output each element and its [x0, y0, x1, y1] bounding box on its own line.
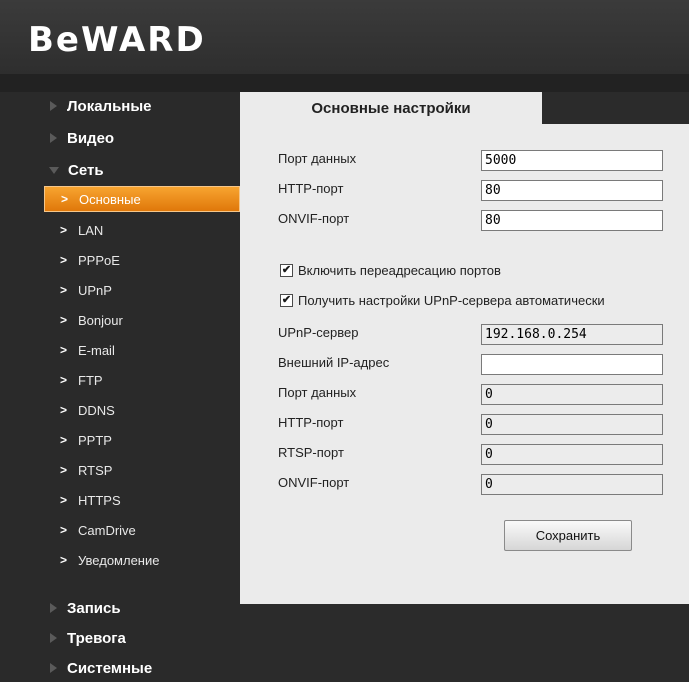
sidebar-subitem-label: E-mail: [78, 342, 115, 358]
chevron-right-icon: [44, 463, 66, 477]
tab-basic-settings[interactable]: Основные настройки: [240, 92, 542, 124]
ext-rtsp-port-label: RTSP-порт: [278, 445, 344, 460]
header-shadow-bar: [0, 74, 689, 92]
sidebar-subitem-lan[interactable]: LAN: [44, 217, 240, 243]
chevron-right-icon: [44, 223, 66, 237]
sidebar-subitem-label: LAN: [78, 222, 104, 238]
sidebar-item-system[interactable]: Системные: [0, 654, 240, 682]
ext-onvif-port-label: ONVIF-порт: [278, 475, 350, 490]
sidebar-subitem-ddns[interactable]: DDNS: [44, 397, 240, 423]
beward-logo: BeWARD: [28, 20, 206, 60]
ext-data-port-input[interactable]: [481, 384, 663, 405]
ext-http-port-label: HTTP-порт: [278, 415, 344, 430]
upnp-server-input[interactable]: [481, 324, 663, 345]
onvif-port-input[interactable]: [481, 210, 663, 231]
external-ip-input[interactable]: [481, 354, 663, 375]
sidebar-subitem-rtsp[interactable]: RTSP: [44, 457, 240, 483]
chevron-right-icon: [44, 553, 66, 567]
sidebar-subitem-label: FTP: [78, 372, 103, 388]
port-forwarding-option[interactable]: ✔ Включить переадресацию портов: [280, 263, 501, 278]
chevron-right-icon: [44, 373, 66, 387]
chevron-right-icon: [44, 493, 66, 507]
sidebar-item-local[interactable]: Локальные: [0, 92, 240, 120]
chevron-right-icon: [44, 313, 66, 327]
expand-arrow-icon: [50, 603, 57, 613]
sidebar-item-video[interactable]: Видео: [0, 124, 240, 152]
ext-onvif-port-input[interactable]: [481, 474, 663, 495]
app-header: BeWARD: [0, 0, 689, 74]
sidebar-subitem-label: PPTP: [78, 432, 112, 448]
sidebar-subitem-basic[interactable]: Основные: [44, 186, 240, 212]
sidebar-item-label: Локальные: [67, 97, 152, 115]
sidebar-subitem-camdrive[interactable]: CamDrive: [44, 517, 240, 543]
chevron-right-icon: [44, 403, 66, 417]
upnp-auto-option[interactable]: ✔ Получить настройки UPnP-сервера автома…: [280, 293, 605, 308]
ext-data-port-label: Порт данных: [278, 385, 357, 400]
sidebar-subitem-label: CamDrive: [78, 522, 136, 538]
chevron-right-icon: [44, 283, 66, 297]
port-forwarding-checkbox[interactable]: ✔: [280, 264, 293, 277]
onvif-port-label: ONVIF-порт: [278, 211, 350, 226]
chevron-right-icon: [44, 253, 66, 267]
sidebar-item-alarm[interactable]: Тревога: [0, 624, 240, 652]
collapse-arrow-icon: [49, 166, 59, 174]
expand-arrow-icon: [50, 133, 57, 143]
upnp-auto-label: Получить настройки UPnP-сервера автомати…: [298, 293, 605, 308]
sidebar-subitem-notifications[interactable]: Уведомление: [44, 547, 240, 573]
chevron-right-icon: [44, 433, 66, 447]
sidebar-subitem-label: Bonjour: [78, 312, 123, 328]
sidebar-subitem-upnp[interactable]: UPnP: [44, 277, 240, 303]
sidebar-subitem-label: Уведомление: [78, 552, 160, 568]
save-button[interactable]: Сохранить: [504, 520, 632, 551]
data-port-label: Порт данных: [278, 151, 357, 166]
chevron-right-icon: [44, 523, 66, 537]
ext-http-port-input[interactable]: [481, 414, 663, 435]
sidebar-nav: Локальные Видео Сеть Основные LAN PPPoE …: [0, 92, 240, 682]
sidebar-subitem-pptp[interactable]: PPTP: [44, 427, 240, 453]
expand-arrow-icon: [50, 633, 57, 643]
sidebar-subitem-label: DDNS: [78, 402, 115, 418]
upnp-server-label: UPnP-сервер: [278, 325, 359, 340]
sidebar-item-label: Видео: [67, 129, 115, 147]
sidebar-item-label: Запись: [67, 599, 121, 617]
expand-arrow-icon: [50, 101, 57, 111]
sidebar-subitem-label: Основные: [79, 191, 141, 207]
external-ip-label: Внешний IP-адрес: [278, 355, 390, 370]
expand-arrow-icon: [50, 663, 57, 673]
sidebar-subitem-label: HTTPS: [78, 492, 121, 508]
sidebar-item-label: Тревога: [67, 629, 126, 647]
sidebar-subitem-label: RTSP: [78, 462, 113, 478]
sidebar-subitem-https[interactable]: HTTPS: [44, 487, 240, 513]
sidebar-subitem-ftp[interactable]: FTP: [44, 367, 240, 393]
sidebar-item-label: Системные: [67, 659, 153, 677]
sidebar-subitem-label: UPnP: [78, 282, 112, 298]
http-port-label: HTTP-порт: [278, 181, 344, 196]
chevron-right-icon: [45, 192, 67, 206]
sidebar-item-label: Сеть: [68, 161, 104, 179]
http-port-input[interactable]: [481, 180, 663, 201]
settings-panel: Порт данных HTTP-порт ONVIF-порт ✔ Включ…: [240, 124, 689, 604]
sidebar-item-recording[interactable]: Запись: [0, 594, 240, 622]
data-port-input[interactable]: [481, 150, 663, 171]
chevron-right-icon: [44, 343, 66, 357]
sidebar-item-network[interactable]: Сеть: [0, 156, 240, 184]
ext-rtsp-port-input[interactable]: [481, 444, 663, 465]
sidebar-subitem-bonjour[interactable]: Bonjour: [44, 307, 240, 333]
sidebar-subitem-label: PPPoE: [78, 252, 120, 268]
sidebar-subitem-pppoe[interactable]: PPPoE: [44, 247, 240, 273]
port-forwarding-label: Включить переадресацию портов: [298, 263, 501, 278]
upnp-auto-checkbox[interactable]: ✔: [280, 294, 293, 307]
sidebar-subitem-email[interactable]: E-mail: [44, 337, 240, 363]
